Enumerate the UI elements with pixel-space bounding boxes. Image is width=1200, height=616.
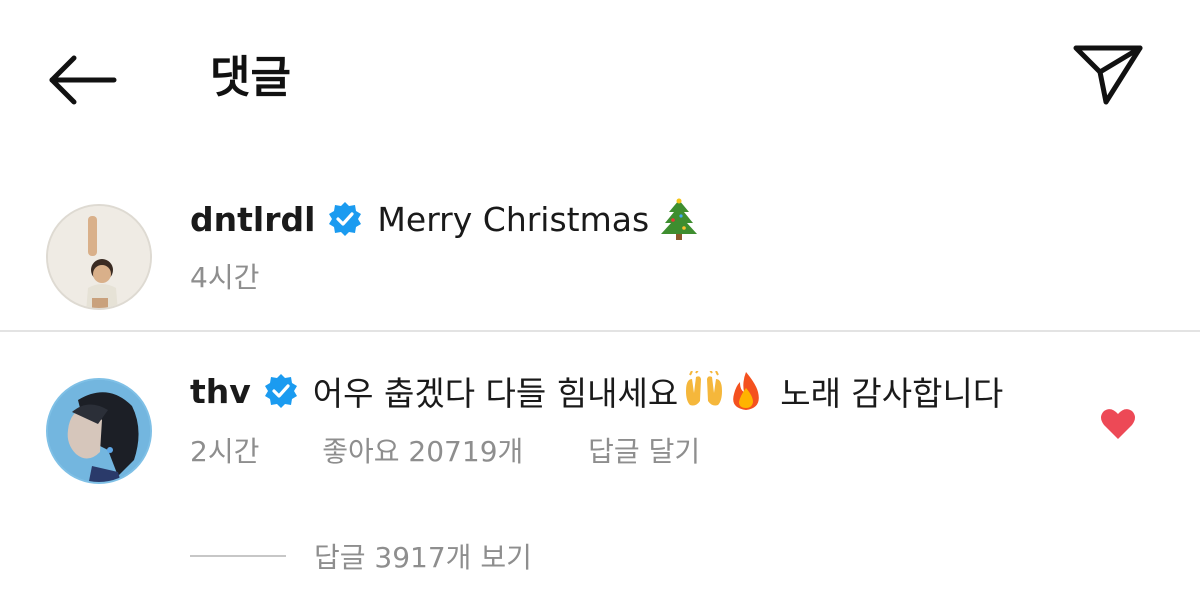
divider xyxy=(0,330,1200,332)
replies-divider-line xyxy=(190,555,286,557)
comment-username[interactable]: dntlrdl xyxy=(190,200,315,239)
avatar[interactable] xyxy=(46,204,152,310)
page-title: 댓글 xyxy=(210,52,291,103)
comment-text-continued: 노래 감사합니다 xyxy=(780,374,1004,413)
header-bar: 댓글 xyxy=(0,0,1200,150)
send-icon[interactable] xyxy=(1066,36,1150,116)
comment-timestamp: 4시간 xyxy=(190,261,260,294)
comment-text: 어우 춥겠다 다들 힘내세요 xyxy=(312,374,679,413)
avatar-photo xyxy=(48,380,150,482)
like-count[interactable]: 좋아요 20719개 xyxy=(322,430,523,470)
reply-button[interactable]: 답글 달기 xyxy=(588,430,700,470)
verified-badge-icon xyxy=(329,202,362,236)
comment-text: Merry Christmas xyxy=(377,199,650,239)
raising-hands-icon xyxy=(686,371,723,406)
heart-icon[interactable] xyxy=(1100,407,1136,441)
christmas-tree-icon xyxy=(661,198,698,240)
avatar[interactable] xyxy=(46,378,152,484)
avatar-photo xyxy=(48,206,150,308)
verified-badge-icon xyxy=(264,374,297,408)
fire-icon xyxy=(733,372,760,410)
view-replies-button[interactable]: 답글 3917개 보기 xyxy=(190,536,532,576)
view-replies-label: 답글 3917개 보기 xyxy=(314,541,532,574)
comment-username[interactable]: thv xyxy=(190,372,251,411)
back-arrow-icon[interactable] xyxy=(44,46,120,114)
comment-timestamp: 2시간 xyxy=(190,435,260,468)
